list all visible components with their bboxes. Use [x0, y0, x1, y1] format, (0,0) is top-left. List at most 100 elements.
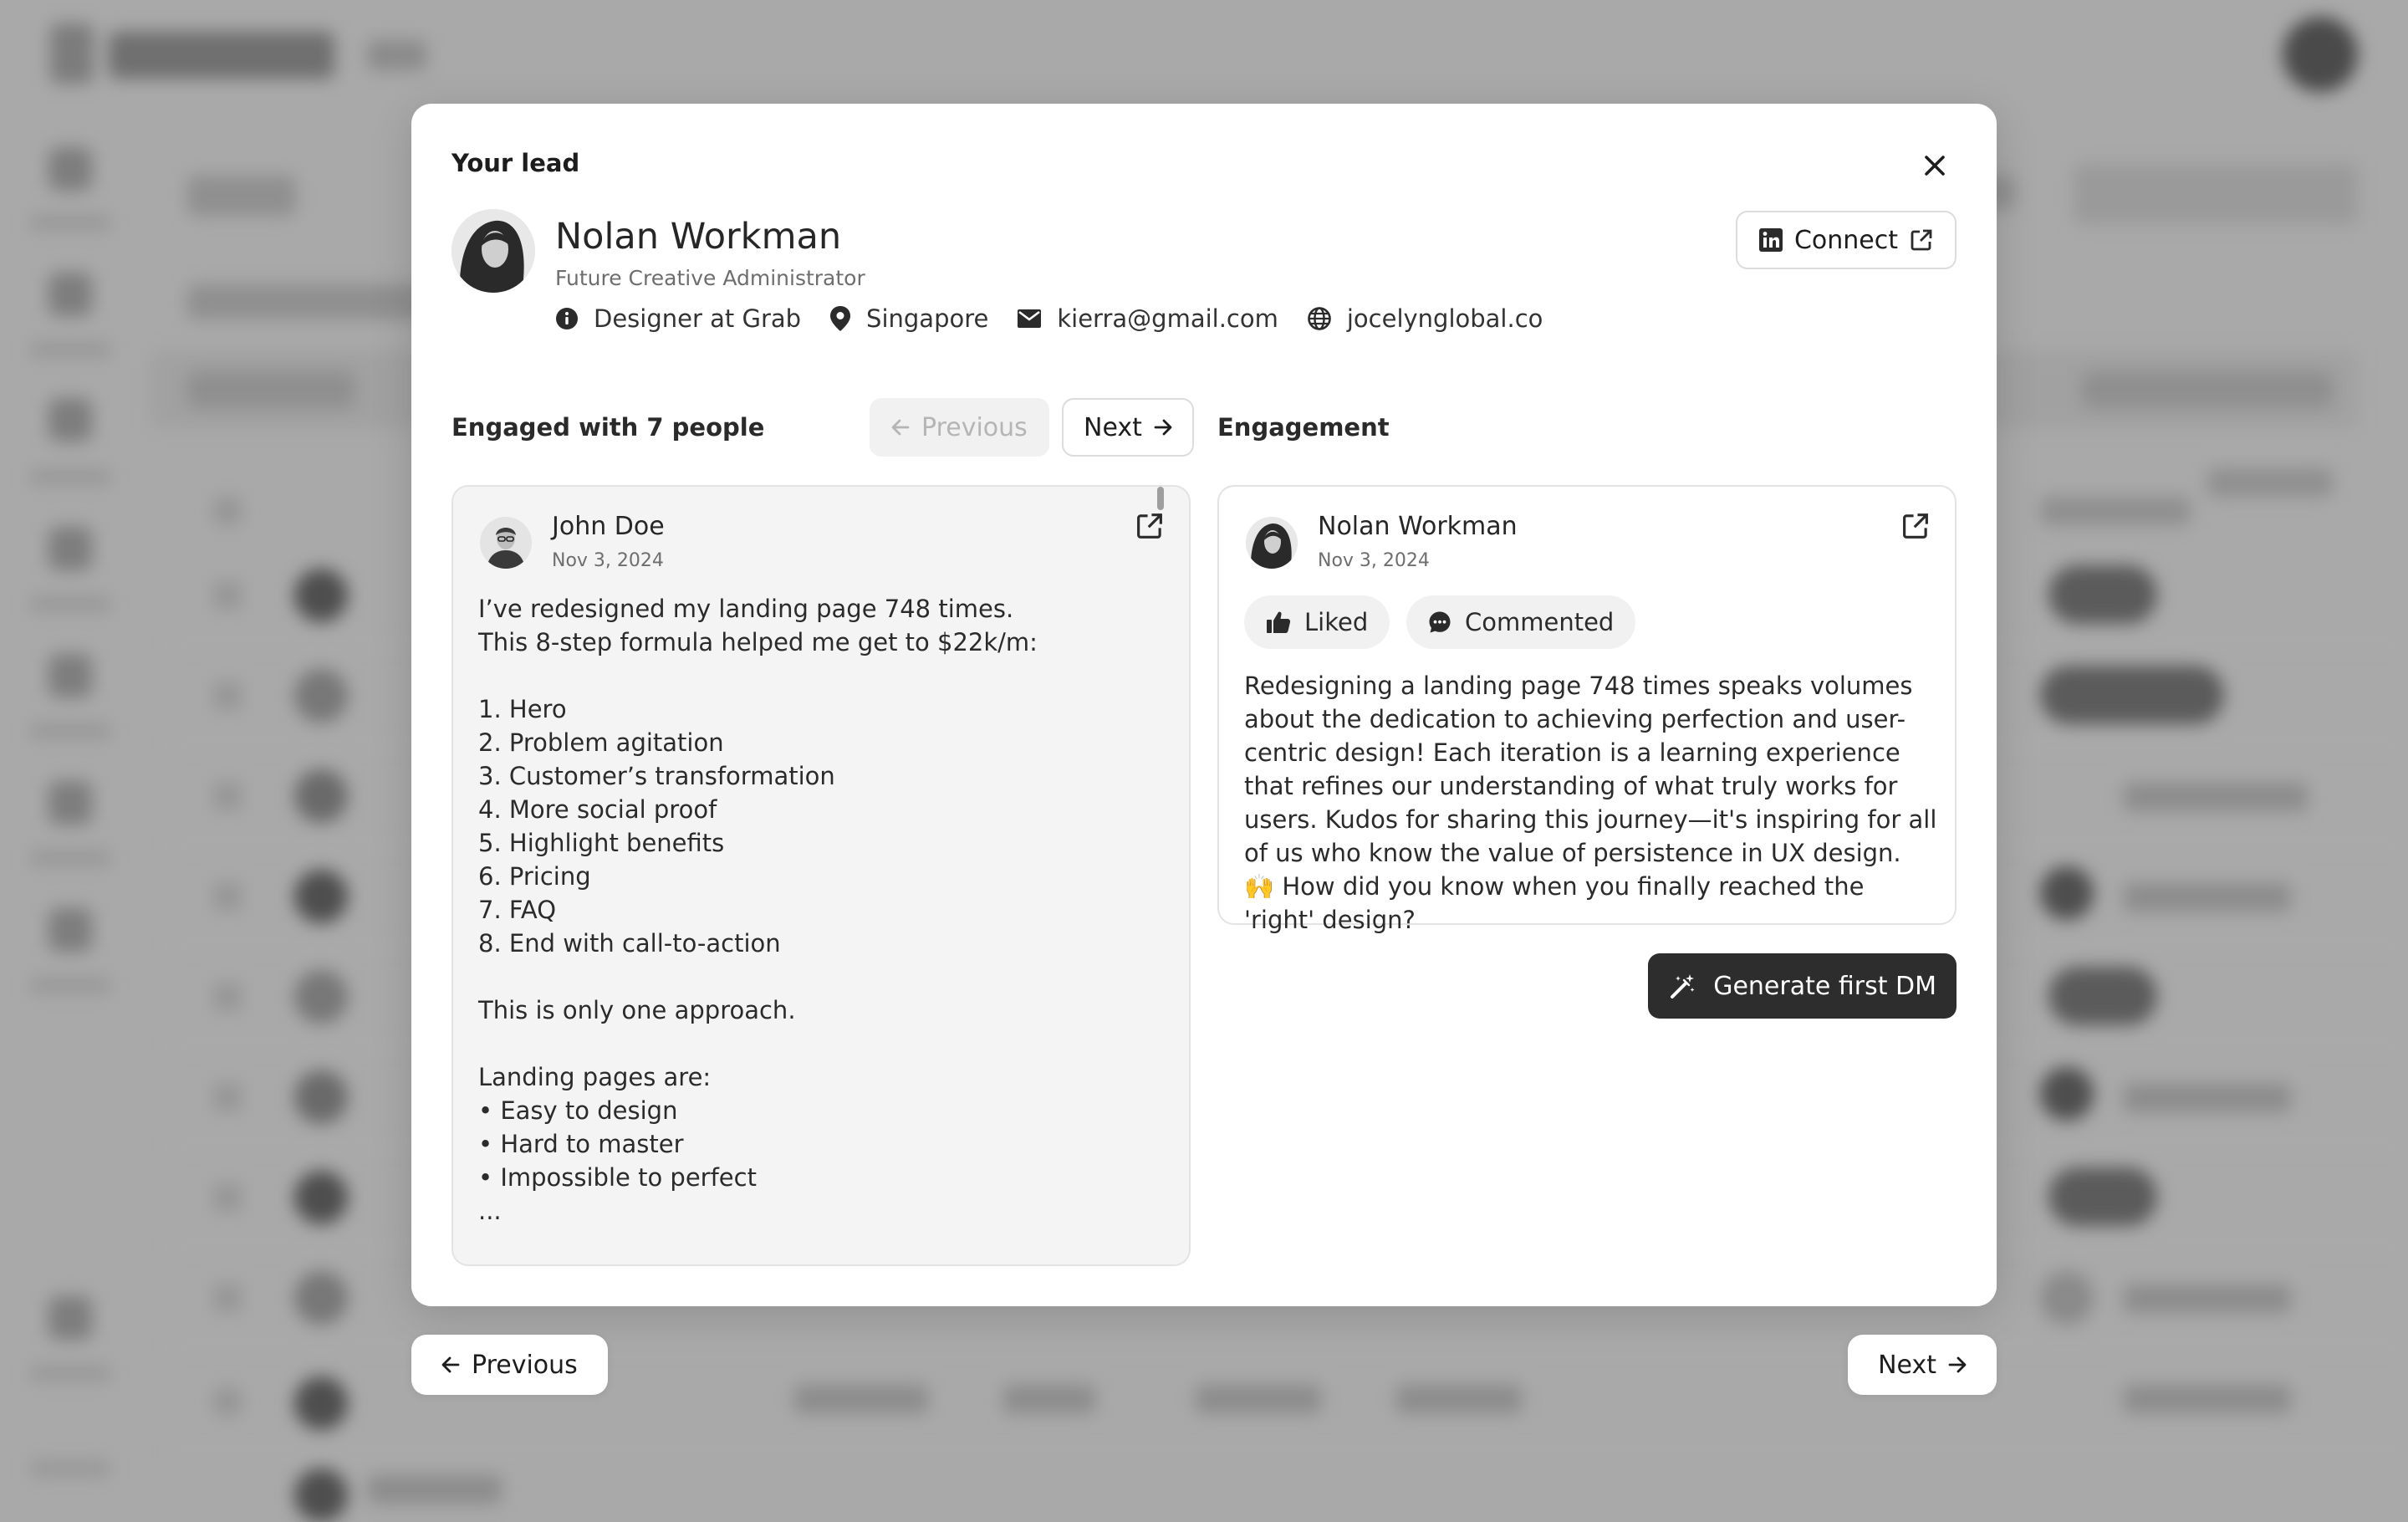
- post-line: This is only one approach.: [478, 996, 796, 1024]
- generate-first-dm-label: Generate first DM: [1713, 971, 1936, 1001]
- sidebar-icon: [48, 654, 92, 697]
- lead-avatar: [452, 209, 535, 293]
- external-link-icon: [1911, 229, 1932, 251]
- bg-column-header: [2040, 497, 2191, 525]
- post-line: • Hard to master: [478, 1130, 684, 1158]
- previous-lead-label: Previous: [472, 1350, 578, 1380]
- bg-cell: [368, 1475, 502, 1504]
- bg-avatar: [294, 1468, 348, 1522]
- lead-name: Nolan Workman: [555, 216, 842, 258]
- bg-row-divider: [167, 1452, 2408, 1453]
- sidebar-icon: [48, 1296, 92, 1340]
- bg-checkbox: [214, 498, 241, 524]
- lead-website[interactable]: jocelynglobal.co: [1307, 304, 1543, 333]
- bg-button: [2074, 164, 2358, 224]
- commented-label: Commented: [1465, 608, 1615, 636]
- bg-page-title: [187, 176, 296, 216]
- bg-checkbox: [214, 1184, 241, 1211]
- connect-button[interactable]: Connect: [1735, 211, 1956, 269]
- bg-avatar: [294, 669, 348, 723]
- external-link-icon[interactable]: [1901, 512, 1930, 540]
- bg-avatar: [294, 769, 348, 823]
- location-pin-icon: [830, 306, 851, 331]
- post-body: I’ve redesigned my landing page 748 time…: [478, 592, 1164, 1228]
- post-line: 3. Customer’s transformation: [478, 762, 835, 790]
- arrow-right-icon: [1154, 419, 1172, 436]
- lead-email[interactable]: kierra@gmail.com: [1017, 304, 1278, 333]
- sidebar-label: [30, 470, 110, 483]
- bg-avatar: [294, 1070, 348, 1124]
- generate-first-dm-button[interactable]: Generate first DM: [1648, 953, 1956, 1019]
- bg-checkbox: [214, 983, 241, 1010]
- engaged-previous-button[interactable]: Previous: [870, 398, 1049, 457]
- bg-cell: [1003, 1385, 1095, 1413]
- app-tag: [368, 40, 426, 70]
- bg-checkbox: [214, 582, 241, 609]
- bg-cell: [2124, 1285, 2291, 1313]
- bg-avatar-group: [2040, 666, 2224, 724]
- post-line: 5. Highlight benefits: [478, 829, 725, 857]
- bg-cell: [2124, 883, 2291, 912]
- bg-link: [2207, 468, 2333, 497]
- sidebar-icon: [48, 908, 92, 952]
- liked-badge: Liked: [1244, 595, 1390, 649]
- bg-avatar: [294, 1376, 348, 1430]
- sidebar-icon: [48, 273, 92, 316]
- bg-checkbox: [214, 1084, 241, 1111]
- thumbs-up-icon: [1267, 611, 1291, 633]
- magic-wand-icon: [1671, 974, 1695, 998]
- sidebar-label: [30, 343, 110, 356]
- sidebar-icon: [48, 781, 92, 825]
- bg-checkbox: [214, 883, 241, 910]
- post-line-blank: [478, 960, 1164, 993]
- linkedin-icon: [1758, 228, 1783, 252]
- post-line: I’ve redesigned my landing page 748 time…: [478, 595, 1014, 623]
- post-line: 6. Pricing: [478, 862, 591, 891]
- bg-avatar: [294, 870, 348, 923]
- external-link-icon[interactable]: [1135, 512, 1164, 540]
- engagement-label: Engagement: [1217, 413, 1390, 442]
- lead-location-text: Singapore: [866, 304, 989, 333]
- bg-checkbox: [214, 1388, 241, 1415]
- bg-checkbox: [214, 783, 241, 810]
- post-line: • Easy to design: [478, 1096, 678, 1125]
- user-avatar: [2283, 17, 2358, 92]
- globe-icon: [1308, 307, 1331, 330]
- bg-heading: [187, 284, 438, 319]
- post-line: This 8-step formula helped me get to $22…: [478, 628, 1038, 656]
- lead-role-text: Designer at Grab: [594, 304, 802, 333]
- lead-meta: Designer at Grab Singapore kierra@gmail.…: [555, 304, 1543, 333]
- modal-title: Your lead: [452, 149, 580, 177]
- arrow-left-icon: [441, 1356, 460, 1373]
- engagement-card: Nolan Workman Nov 3, 2024 Liked Commente…: [1217, 485, 1956, 934]
- engaged-previous-label: Previous: [921, 412, 1028, 442]
- bg-cell: [794, 1385, 928, 1413]
- sidebar-icon: [48, 147, 92, 191]
- sidebar-label: [30, 851, 110, 865]
- engagement-date: Nov 3, 2024: [1318, 550, 1430, 571]
- post-line: • Impossible to perfect: [478, 1163, 757, 1192]
- bg-avatar: [294, 1271, 348, 1325]
- post-line: Landing pages are:: [478, 1063, 712, 1091]
- lead-email-text: kierra@gmail.com: [1057, 304, 1278, 333]
- engagement-author-name: Nolan Workman: [1318, 512, 1518, 541]
- bg-filter: [187, 371, 355, 408]
- sidebar-label: [30, 1366, 110, 1380]
- next-lead-button[interactable]: Next: [1848, 1335, 1997, 1395]
- lead-role: Designer at Grab: [555, 304, 801, 333]
- bg-cell: [2124, 1084, 2291, 1112]
- engaged-next-button[interactable]: Next: [1062, 398, 1194, 457]
- liked-label: Liked: [1304, 608, 1369, 636]
- lead-modal: Your lead Nolan Workman Future Creative …: [411, 104, 1997, 1306]
- previous-lead-button[interactable]: Previous: [411, 1335, 608, 1395]
- engaged-count-label: Engaged with 7 people: [452, 413, 765, 442]
- bg-avatar-group: [2048, 967, 2157, 1025]
- close-button[interactable]: [1916, 147, 1953, 184]
- close-icon: [1925, 156, 1945, 176]
- bg-avatar: [294, 970, 348, 1024]
- post-scrollbar[interactable]: [1157, 487, 1164, 510]
- lead-location: Singapore: [829, 304, 988, 333]
- engagement-comment: Redesigning a landing page 748 times spe…: [1244, 672, 1937, 934]
- post-line: 2. Problem agitation: [478, 728, 724, 757]
- post-line: ...: [478, 1197, 502, 1225]
